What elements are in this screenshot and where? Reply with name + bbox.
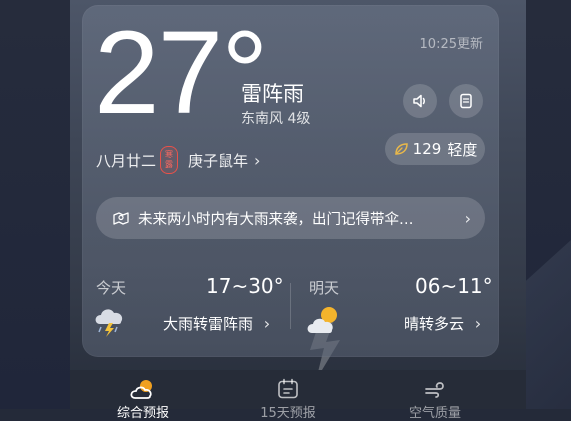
document-icon xyxy=(460,93,472,109)
tab-label: 空气质量 xyxy=(408,406,461,421)
wind-icon xyxy=(425,382,444,398)
tomorrow-temp-range: 06~11° xyxy=(415,274,493,298)
solar-term-badge: 寒 露 xyxy=(160,146,179,174)
weather-report-button[interactable] xyxy=(449,84,483,118)
lunar-date: 八月廿二 xyxy=(96,151,157,170)
today-temp-range: 17~30° xyxy=(206,274,284,298)
aqi-value: 129 xyxy=(412,140,442,158)
tomorrow-label: 明天 xyxy=(309,279,340,297)
today-desc: 大雨转雷阵雨 xyxy=(163,315,254,333)
solar-term-char: 露 xyxy=(165,160,174,169)
chevron-right-icon: › xyxy=(464,208,471,228)
chevron-right-icon: › xyxy=(263,314,271,333)
rain-alert-bar[interactable]: 未来两小时内有大雨来袭，出门记得带伞… › xyxy=(96,197,485,239)
wind-info: 东南风 4级 xyxy=(241,111,311,127)
partly-cloudy-icon xyxy=(307,307,337,333)
tomorrow-desc: 晴转多云 xyxy=(404,315,465,333)
tab-label: 15天预报 xyxy=(260,406,316,421)
chevron-right-icon: › xyxy=(254,150,261,170)
voice-broadcast-button[interactable] xyxy=(403,84,437,118)
air-quality-pill[interactable]: 129 轻度 xyxy=(385,133,485,165)
tomorrow-weather-link[interactable]: 晴转多云 › xyxy=(404,313,481,334)
lunar-calendar-link[interactable]: 八月廿二 寒 露 庚子鼠年 › xyxy=(96,146,260,174)
tab-label: 综合预报 xyxy=(116,406,169,421)
today-label: 今天 xyxy=(96,279,127,297)
weather-condition: 雷阵雨 xyxy=(241,82,304,106)
speaker-icon xyxy=(413,94,425,108)
update-time: 10:25更新 xyxy=(419,37,483,52)
solar-term-char: 寒 xyxy=(165,150,174,159)
ganzhi-year: 庚子鼠年 xyxy=(188,151,249,170)
alert-text: 未来两小时内有大雨来袭，出门记得带伞… xyxy=(138,211,414,228)
thunderstorm-icon xyxy=(95,309,123,337)
map-pin-icon xyxy=(112,209,130,227)
tab-air-quality[interactable]: 空气质量 xyxy=(400,378,470,421)
aqi-level: 轻度 xyxy=(447,140,478,159)
calendar-icon xyxy=(278,378,298,399)
chevron-right-icon: › xyxy=(474,314,482,333)
sun-cloud-icon xyxy=(130,380,152,399)
leaf-icon xyxy=(393,141,409,157)
tab-15-day-forecast[interactable]: 15天预报 xyxy=(253,378,323,421)
tab-comprehensive-forecast[interactable]: 综合预报 xyxy=(108,378,178,421)
today-weather-link[interactable]: 大雨转雷阵雨 › xyxy=(163,313,270,334)
forecast-divider xyxy=(290,283,291,329)
